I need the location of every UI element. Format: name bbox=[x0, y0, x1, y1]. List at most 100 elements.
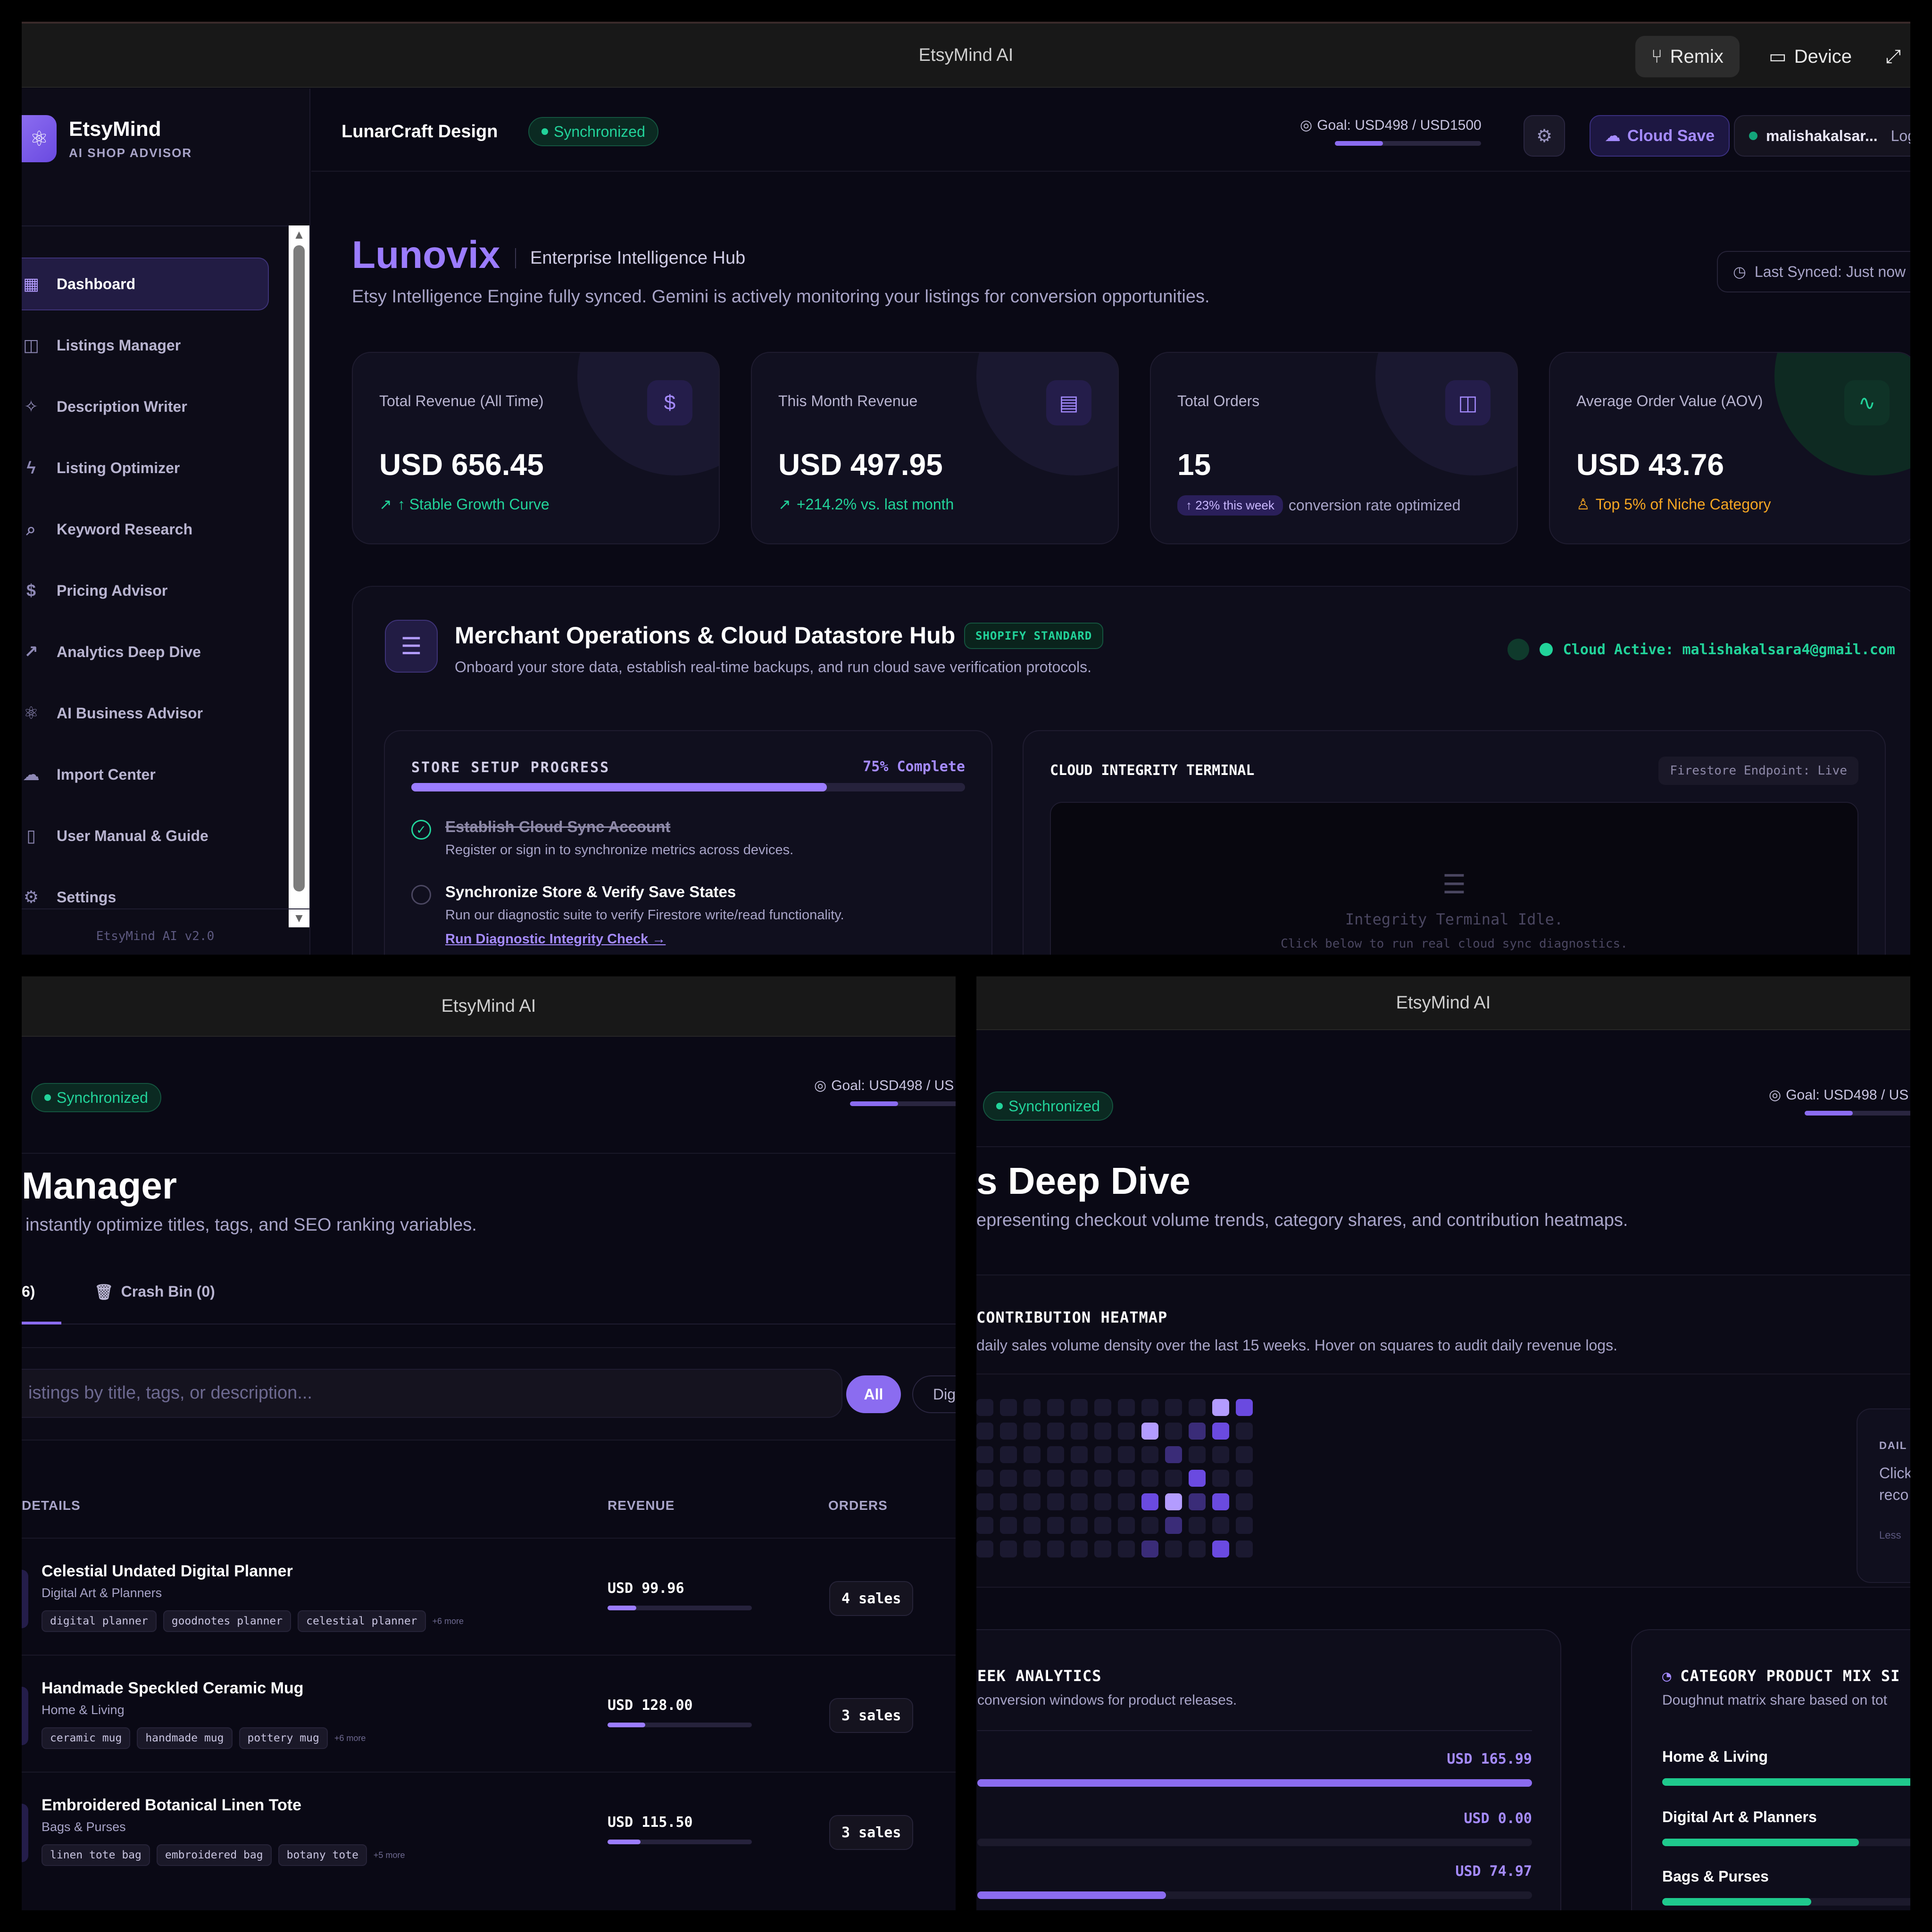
header-settings-button[interactable]: ⚙ bbox=[1524, 115, 1565, 157]
heatmap-cell[interactable] bbox=[1141, 1517, 1158, 1534]
heatmap-cell[interactable] bbox=[1000, 1541, 1017, 1557]
sidebar-item-ai-business-advisor[interactable]: ⚛ AI Business Advisor bbox=[22, 687, 271, 740]
heatmap-cell[interactable] bbox=[1236, 1493, 1253, 1510]
column-header-orders[interactable]: ORDERS bbox=[828, 1498, 888, 1513]
heatmap-cell[interactable] bbox=[1047, 1423, 1064, 1440]
filter-chip-all[interactable]: All bbox=[846, 1375, 901, 1413]
heatmap-cell[interactable] bbox=[1000, 1446, 1017, 1463]
heatmap-cell[interactable] bbox=[1165, 1541, 1182, 1557]
search-input[interactable]: istings by title, tags, or description..… bbox=[22, 1369, 842, 1418]
heatmap-cell[interactable] bbox=[1094, 1493, 1111, 1510]
fullscreen-button[interactable]: ⤢ bbox=[1881, 36, 1910, 77]
heatmap-cell[interactable] bbox=[1094, 1446, 1111, 1463]
heatmap-cell[interactable] bbox=[1212, 1470, 1229, 1487]
heatmap-cell[interactable] bbox=[1118, 1517, 1135, 1534]
heatmap-cell[interactable] bbox=[1024, 1399, 1041, 1416]
scrollbar-thumb[interactable] bbox=[293, 245, 305, 891]
heatmap-cell[interactable] bbox=[1000, 1423, 1017, 1440]
cloud-save-button[interactable]: ☁ Cloud Save bbox=[1590, 115, 1730, 157]
heatmap-cell[interactable] bbox=[1141, 1493, 1158, 1510]
heatmap-cell[interactable] bbox=[1212, 1541, 1229, 1557]
sidebar-item-description-writer[interactable]: ✧ Description Writer bbox=[22, 380, 271, 433]
heatmap-cell[interactable] bbox=[1189, 1446, 1206, 1463]
heatmap-cell[interactable] bbox=[1071, 1470, 1088, 1487]
logout-link[interactable]: Logout bbox=[1891, 127, 1910, 145]
sidebar-item-settings[interactable]: ⚙ Settings bbox=[22, 871, 271, 924]
heatmap-cell[interactable] bbox=[1024, 1470, 1041, 1487]
heatmap-cell[interactable] bbox=[1071, 1517, 1088, 1534]
sidebar-item-keyword-research[interactable]: ⌕ Keyword Research bbox=[22, 503, 271, 556]
heatmap-cell[interactable] bbox=[1047, 1399, 1064, 1416]
table-row[interactable]: Embroidered Botanical Linen Tote Bags & … bbox=[22, 1772, 956, 1889]
heatmap-cell[interactable] bbox=[1047, 1493, 1064, 1510]
heatmap-cell[interactable] bbox=[1141, 1423, 1158, 1440]
heatmap-cell[interactable] bbox=[1118, 1446, 1135, 1463]
heatmap-cell[interactable] bbox=[1071, 1423, 1088, 1440]
scroll-up-arrow-icon[interactable]: ▲ bbox=[289, 227, 309, 242]
heatmap-cell[interactable] bbox=[1118, 1423, 1135, 1440]
heatmap-cell[interactable] bbox=[1094, 1541, 1111, 1557]
sidebar-item-analytics-deep-dive[interactable]: ↗ Analytics Deep Dive bbox=[22, 625, 271, 678]
tab-active-listings[interactable]: 6) bbox=[22, 1283, 35, 1300]
heatmap-cell[interactable] bbox=[1212, 1399, 1229, 1416]
heatmap-cell[interactable] bbox=[1212, 1493, 1229, 1510]
heatmap-cell[interactable] bbox=[1118, 1493, 1135, 1510]
sidebar-item-listing-optimizer[interactable]: ϟ Listing Optimizer bbox=[22, 441, 271, 494]
heatmap-cell[interactable] bbox=[1236, 1423, 1253, 1440]
heatmap-cell[interactable] bbox=[1094, 1423, 1111, 1440]
heatmap-cell[interactable] bbox=[1071, 1493, 1088, 1510]
sidebar-item-user-manual[interactable]: ▯ User Manual & Guide bbox=[22, 809, 271, 862]
tab-crash-bin[interactable]: 🗑 Crash Bin (0) bbox=[94, 1283, 215, 1301]
heatmap-cell[interactable] bbox=[1024, 1423, 1041, 1440]
heatmap-cell[interactable] bbox=[1000, 1517, 1017, 1534]
heatmap-cell[interactable] bbox=[1236, 1399, 1253, 1416]
heatmap-cell[interactable] bbox=[1000, 1399, 1017, 1416]
heatmap-cell[interactable] bbox=[1000, 1470, 1017, 1487]
heatmap-cell[interactable] bbox=[1071, 1446, 1088, 1463]
heatmap-cell[interactable] bbox=[1189, 1493, 1206, 1510]
remix-button[interactable]: ⑂ Remix bbox=[1635, 36, 1740, 77]
heatmap-cell[interactable] bbox=[1212, 1423, 1229, 1440]
heatmap-cell[interactable] bbox=[1189, 1423, 1206, 1440]
heatmap-cell[interactable] bbox=[1165, 1517, 1182, 1534]
heatmap-cell[interactable] bbox=[1024, 1517, 1041, 1534]
heatmap-cell[interactable] bbox=[976, 1493, 993, 1510]
sidebar-item-import-center[interactable]: ☁ Import Center bbox=[22, 748, 271, 801]
heatmap-cell[interactable] bbox=[1165, 1446, 1182, 1463]
heatmap-cell[interactable] bbox=[976, 1541, 993, 1557]
heatmap-cell[interactable] bbox=[1189, 1517, 1206, 1534]
heatmap-cell[interactable] bbox=[1141, 1470, 1158, 1487]
heatmap-cell[interactable] bbox=[1189, 1470, 1206, 1487]
heatmap-cell[interactable] bbox=[1118, 1541, 1135, 1557]
heatmap-cell[interactable] bbox=[1141, 1446, 1158, 1463]
heatmap-cell[interactable] bbox=[1189, 1399, 1206, 1416]
column-header-details[interactable]: DETAILS bbox=[22, 1498, 81, 1513]
heatmap-cell[interactable] bbox=[1165, 1470, 1182, 1487]
brand[interactable]: ⚛ EtsyMind AI SHOP ADVISOR bbox=[22, 115, 192, 162]
heatmap-cell[interactable] bbox=[1047, 1446, 1064, 1463]
heatmap-cell[interactable] bbox=[1189, 1541, 1206, 1557]
sidebar-scrollbar[interactable]: ▲ ▼ bbox=[289, 225, 309, 927]
sidebar-item-listings-manager[interactable]: ◫ Listings Manager bbox=[22, 319, 271, 372]
heatmap-cell[interactable] bbox=[1047, 1517, 1064, 1534]
heatmap-cell[interactable] bbox=[1024, 1541, 1041, 1557]
heatmap-cell[interactable] bbox=[1141, 1541, 1158, 1557]
heatmap-cell[interactable] bbox=[1236, 1446, 1253, 1463]
heatmap-cell[interactable] bbox=[1118, 1470, 1135, 1487]
column-header-revenue[interactable]: REVENUE bbox=[608, 1498, 675, 1513]
user-chip[interactable]: malishakalsar... Logout bbox=[1734, 115, 1910, 157]
heatmap-cell[interactable] bbox=[1024, 1446, 1041, 1463]
heatmap-cell[interactable] bbox=[976, 1423, 993, 1440]
heatmap-cell[interactable] bbox=[1071, 1541, 1088, 1557]
heatmap-cell[interactable] bbox=[976, 1446, 993, 1463]
heatmap-cell[interactable] bbox=[1047, 1541, 1064, 1557]
scroll-down-arrow-icon[interactable]: ▼ bbox=[289, 911, 309, 925]
run-diagnostic-link[interactable]: Run Diagnostic Integrity Check → bbox=[445, 932, 844, 947]
heatmap-cell[interactable] bbox=[1165, 1493, 1182, 1510]
heatmap-cell[interactable] bbox=[1236, 1517, 1253, 1534]
heatmap-cell[interactable] bbox=[976, 1517, 993, 1534]
table-row[interactable]: Handmade Speckled Ceramic Mug Home & Liv… bbox=[22, 1655, 956, 1772]
heatmap-cell[interactable] bbox=[976, 1399, 993, 1416]
heatmap-cell[interactable] bbox=[976, 1470, 993, 1487]
heatmap-cell[interactable] bbox=[1212, 1446, 1229, 1463]
